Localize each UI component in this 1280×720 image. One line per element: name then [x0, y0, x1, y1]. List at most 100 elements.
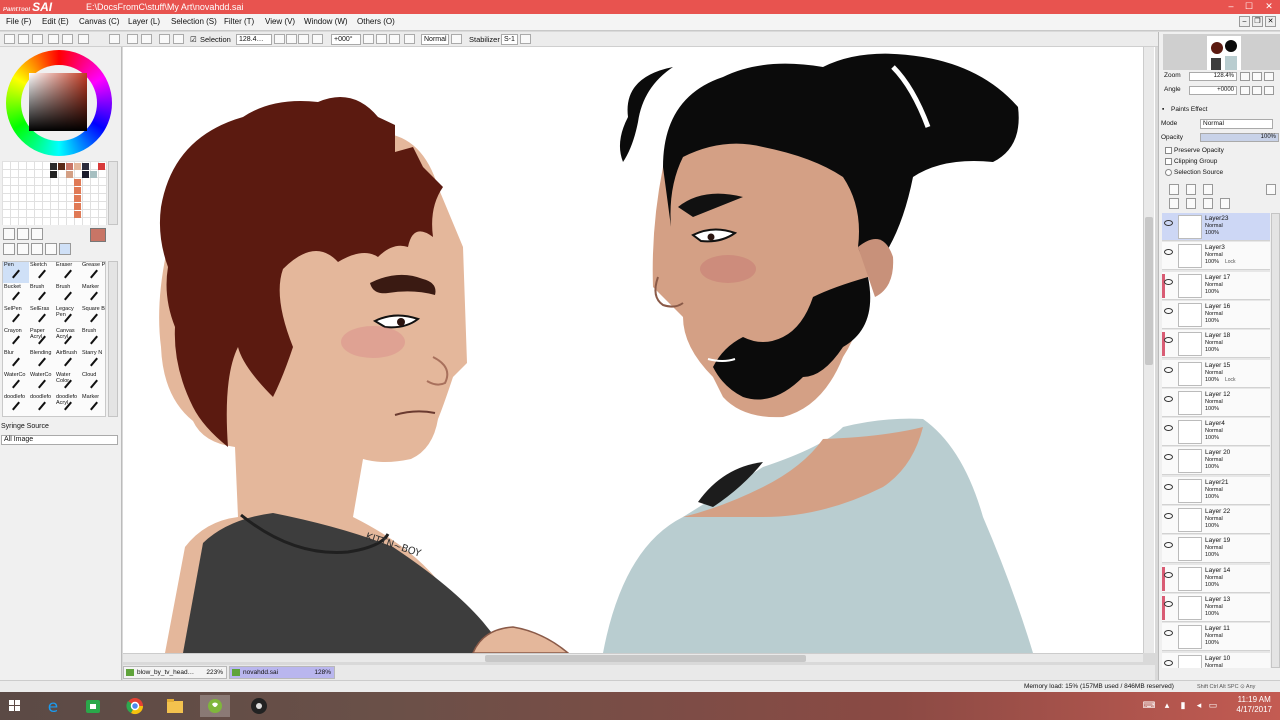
menu-filter[interactable]: Filter (T) — [224, 17, 254, 27]
brush-tool[interactable]: Eraser — [55, 262, 81, 283]
layer-row[interactable]: Layer 12 Normal 100% — [1162, 388, 1270, 417]
brush-tool[interactable]: Starry N — [81, 350, 107, 371]
selection-checkbox-icon[interactable]: ☑ — [190, 35, 197, 44]
view-mode-icon[interactable] — [4, 34, 15, 44]
zoom-tool-icon[interactable] — [17, 243, 29, 255]
brush-tool[interactable]: Water Color — [55, 372, 81, 393]
visibility-eye-icon[interactable] — [1164, 425, 1173, 432]
preserve-opacity-checkbox[interactable] — [1165, 147, 1172, 154]
brush-tool[interactable]: doodlefo — [29, 394, 55, 415]
obs-icon[interactable] — [244, 695, 274, 717]
stabilizer-menu-icon[interactable] — [520, 34, 531, 44]
new-linework-layer-icon[interactable] — [1186, 184, 1196, 195]
zoom-in-icon[interactable] — [286, 34, 297, 44]
swatch[interactable] — [82, 171, 89, 178]
swatch[interactable] — [98, 163, 105, 170]
magic-wand-icon[interactable] — [31, 228, 43, 240]
nav-zoom-field[interactable]: 128.4% — [1189, 72, 1237, 81]
show-hidden-icons-icon[interactable]: ▴ — [1160, 698, 1174, 712]
visibility-eye-icon[interactable] — [1164, 249, 1173, 256]
network-icon[interactable]: ▮ — [1176, 698, 1190, 712]
brush-tool[interactable]: WaterCo — [3, 372, 29, 393]
brush-tool[interactable]: Grease P — [81, 262, 107, 283]
layer-row[interactable]: Layer 19 Normal 100% — [1162, 535, 1270, 564]
system-clock[interactable]: 11:19 AM 4/17/2017 — [1236, 695, 1272, 715]
eyedropper-icon[interactable] — [59, 243, 71, 255]
visibility-eye-icon[interactable] — [1164, 600, 1173, 607]
grid-icon[interactable] — [62, 34, 73, 44]
swatch[interactable] — [50, 171, 57, 178]
brush-tool[interactable]: SelPen — [3, 306, 29, 327]
visibility-eye-icon[interactable] — [1164, 454, 1173, 461]
mdi-restore-icon[interactable]: ❐ — [1252, 16, 1263, 27]
nav-rotate-reset-icon[interactable] — [1264, 86, 1274, 95]
swatch[interactable] — [50, 163, 57, 170]
paints-effect-toggle-icon[interactable]: ▪ — [1162, 106, 1164, 114]
close-button[interactable]: ✕ — [1260, 0, 1278, 14]
redo-icon[interactable] — [141, 34, 152, 44]
transfer-down-icon[interactable] — [1186, 198, 1196, 209]
swatch-scrollbar[interactable] — [108, 161, 118, 225]
menu-canvas[interactable]: Canvas (C) — [79, 17, 119, 27]
nav-rotate-right-icon[interactable] — [1252, 86, 1262, 95]
mode-menu-icon[interactable] — [451, 34, 462, 44]
invert-selection-icon[interactable] — [173, 34, 184, 44]
clipping-group-checkbox[interactable] — [1165, 158, 1172, 165]
current-color-swatch[interactable] — [90, 228, 106, 242]
menu-selection[interactable]: Selection (S) — [171, 17, 217, 27]
swatch[interactable] — [74, 211, 81, 218]
doc-tab[interactable]: blow_by_tv_head… 223% — [123, 666, 227, 679]
swatch-palette[interactable] — [2, 161, 107, 225]
brush-tool[interactable]: Square B — [81, 306, 107, 327]
swatch[interactable] — [66, 163, 73, 170]
visibility-eye-icon[interactable] — [1164, 571, 1173, 578]
zoom-field[interactable]: 128.4… — [236, 34, 272, 45]
file-explorer-icon[interactable] — [160, 695, 190, 717]
keyboard-icon[interactable]: ⌨ — [1142, 698, 1156, 712]
volume-icon[interactable]: ◂ — [1192, 698, 1206, 712]
move-icon[interactable] — [3, 243, 15, 255]
brush-tool[interactable]: Bucket — [3, 284, 29, 305]
swatch[interactable] — [66, 171, 73, 178]
color-wheel[interactable] — [6, 50, 112, 156]
brush-tool[interactable]: AirBrush — [55, 350, 81, 371]
deselect-icon[interactable] — [159, 34, 170, 44]
brush-tool[interactable]: doodlefo Acryl — [55, 394, 81, 415]
layer-row[interactable]: Layer 15 Normal 100% Lock — [1162, 359, 1270, 388]
minimize-button[interactable]: – — [1222, 0, 1240, 14]
blend-mode-select[interactable]: Normal — [1200, 119, 1273, 129]
list-icon[interactable] — [48, 34, 59, 44]
brush-scrollbar[interactable] — [108, 261, 118, 417]
menu-others[interactable]: Others (O) — [357, 17, 395, 27]
battery-icon[interactable]: ▭ — [1206, 698, 1220, 712]
zoom-out-icon[interactable] — [274, 34, 285, 44]
brush-tool[interactable]: Crayon — [3, 328, 29, 349]
layer-row[interactable]: Layer 10Normal100% — [1162, 652, 1270, 668]
nav-zoom-out-icon[interactable] — [1240, 72, 1250, 81]
rotate-right-icon[interactable] — [376, 34, 387, 44]
brush-tool[interactable]: Brush — [81, 328, 107, 349]
swatch[interactable] — [74, 195, 81, 202]
visibility-eye-icon[interactable] — [1164, 483, 1173, 490]
internet-explorer-icon[interactable]: e — [38, 695, 68, 717]
lasso-icon[interactable] — [17, 228, 29, 240]
nav-rotate-left-icon[interactable] — [1240, 86, 1250, 95]
swatch[interactable] — [82, 163, 89, 170]
swatch[interactable] — [74, 163, 81, 170]
layer-row[interactable]: Layer 11 Normal 100% — [1162, 623, 1270, 652]
new-layer-icon[interactable] — [1169, 184, 1179, 195]
visibility-eye-icon[interactable] — [1164, 659, 1173, 666]
brush-tool[interactable]: Marker — [81, 394, 107, 415]
syringe-source-select[interactable]: All Image — [1, 435, 118, 445]
brush-tool[interactable]: Marker — [81, 284, 107, 305]
swatch[interactable] — [74, 179, 81, 186]
visibility-eye-icon[interactable] — [1164, 513, 1173, 519]
canvas-hscroll-thumb[interactable] — [485, 655, 806, 662]
maximize-button[interactable]: ☐ — [1240, 0, 1258, 14]
delete-layer-icon[interactable] — [1220, 198, 1230, 209]
layer-row[interactable]: Layer23 Normal 100% — [1162, 213, 1270, 241]
navigator-preview[interactable] — [1163, 34, 1280, 70]
view-mode-select[interactable]: Normal — [421, 34, 449, 45]
brush-tool[interactable]: Sketch — [29, 262, 55, 283]
settings-icon[interactable] — [78, 34, 89, 44]
